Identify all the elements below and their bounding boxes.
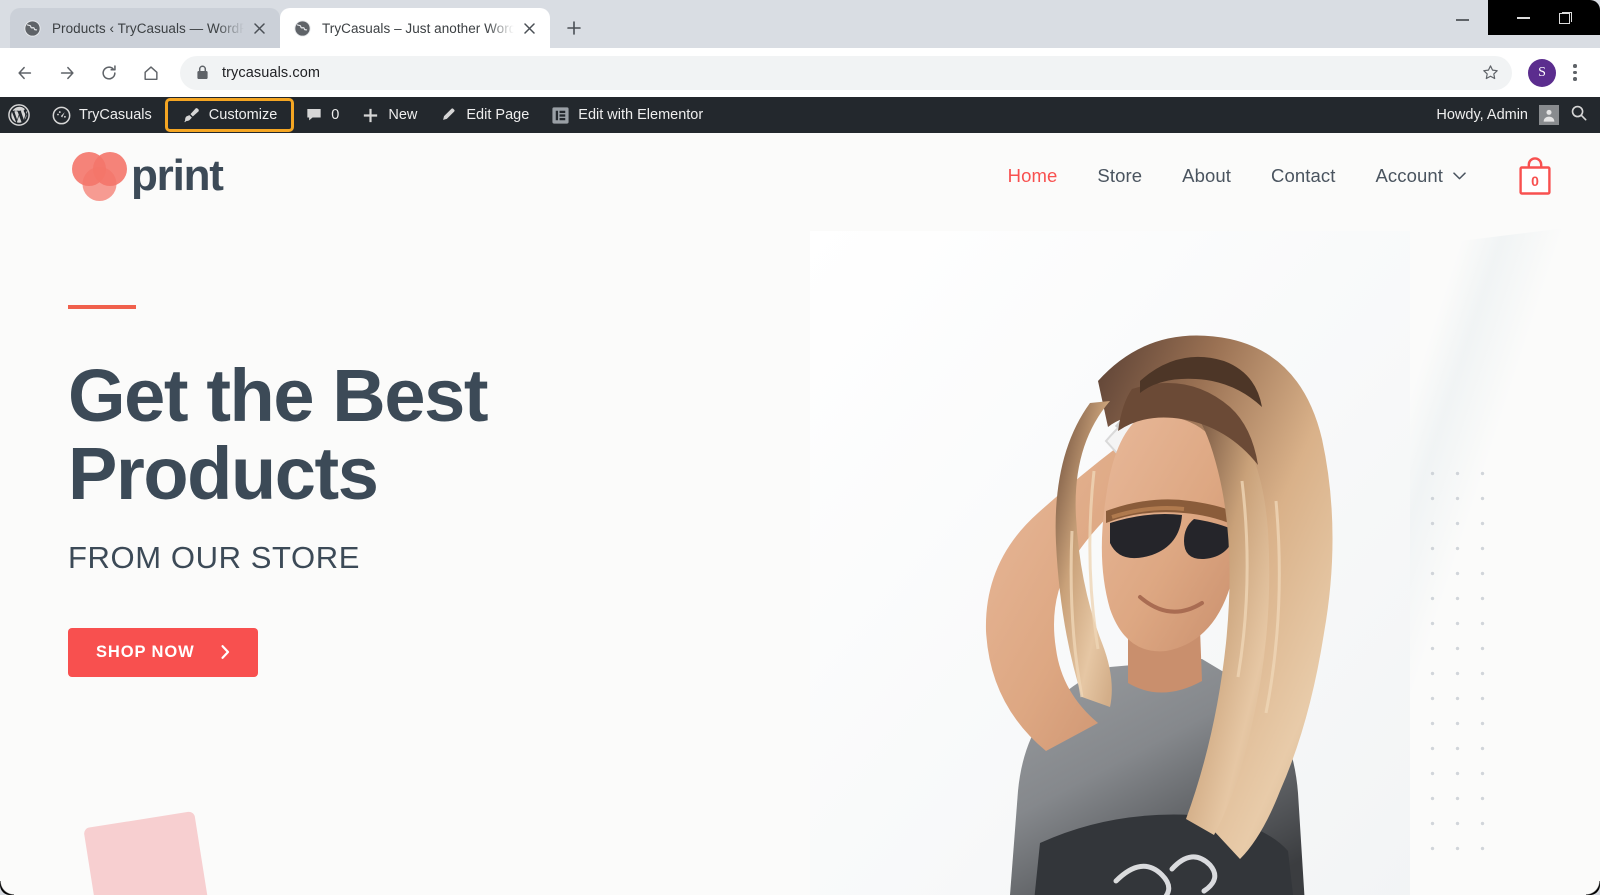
new-tab-button[interactable] <box>559 13 589 43</box>
address-bar-url: trycasuals.com <box>222 64 321 81</box>
forward-arrow-icon <box>60 66 74 79</box>
admin-bar-customize-button[interactable]: Customize <box>164 98 295 132</box>
nav-item-about[interactable]: About <box>1162 165 1251 187</box>
minimize-icon[interactable] <box>1516 16 1530 19</box>
admin-bar-comments-count: 0 <box>331 107 340 123</box>
admin-bar-edit-page-label: Edit Page <box>466 107 530 123</box>
plus-icon <box>364 108 378 122</box>
comment-bubble-icon <box>307 109 321 121</box>
kebab-menu-icon <box>1573 64 1577 68</box>
admin-bar-site-name[interactable]: TryCasuals <box>41 97 163 133</box>
site-logo-text: print <box>131 151 224 200</box>
admin-bar-elementor-label: Edit with Elementor <box>578 107 704 123</box>
reload-icon <box>102 64 116 80</box>
site-logo[interactable]: print <box>68 151 224 201</box>
search-icon <box>1571 105 1587 121</box>
admin-bar-customize-label: Customize <box>208 107 278 123</box>
site-navigation: Home Store About Contact Account 0 <box>988 155 1554 197</box>
dashboard-icon <box>52 106 71 124</box>
three-circles-icon <box>72 152 127 201</box>
restore-icon[interactable] <box>1559 11 1573 24</box>
admin-bar-new-label: New <box>388 107 418 123</box>
reload-button[interactable] <box>91 55 127 91</box>
admin-bar-right-group: Howdy, Admin <box>1436 97 1600 133</box>
admin-bar-comments-button[interactable]: 0 <box>294 97 350 133</box>
minimize-icon <box>1455 19 1469 21</box>
window-corner-right <box>1586 881 1600 895</box>
hero-model-photo <box>810 231 1410 895</box>
site-header: print Home Store About Contact Account 0 <box>0 133 1600 219</box>
window-controls-overlay <box>1488 0 1600 35</box>
screen-root: Products ‹ TryCasuals — WordPress TryCas… <box>0 0 1600 895</box>
nav-item-account[interactable]: Account <box>1355 165 1486 187</box>
globe-icon <box>24 19 41 37</box>
woman-with-sunglasses-photo <box>810 231 1410 895</box>
wordpress-logo-icon <box>8 104 30 126</box>
admin-bar-howdy-label[interactable]: Howdy, Admin <box>1436 107 1528 123</box>
nav-item-store[interactable]: Store <box>1077 165 1162 187</box>
nav-item-contact[interactable]: Contact <box>1251 165 1355 187</box>
cart-count-badge: 0 <box>1531 173 1539 189</box>
lock-icon <box>197 65 208 79</box>
browser-tab-2-title: TryCasuals – Just another WordPress site <box>322 20 514 36</box>
admin-bar-site-name-label: TryCasuals <box>79 107 152 123</box>
home-button[interactable] <box>133 55 169 91</box>
chevron-right-icon <box>221 645 229 660</box>
profile-avatar[interactable]: S <box>1528 58 1556 87</box>
window-minimize-button-light[interactable] <box>1436 0 1488 40</box>
elementor-icon <box>552 106 569 124</box>
hero-copy: Get the Best Products FROM OUR STORE SHO… <box>68 305 688 677</box>
wordpress-admin-bar: TryCasuals Customize 0 New Edit Page Edi… <box>0 97 1600 133</box>
chevron-down-icon <box>1453 172 1466 180</box>
website-viewport: print Home Store About Contact Account 0… <box>0 133 1600 895</box>
hero-title-line-2: Products <box>68 432 379 516</box>
back-arrow-icon <box>18 66 32 79</box>
wordpress-logo-button[interactable] <box>0 97 41 133</box>
globe-icon <box>294 19 311 37</box>
hero-accent-rule <box>68 305 136 309</box>
browser-menu-button[interactable] <box>1562 58 1588 88</box>
shop-now-label: SHOP NOW <box>96 642 195 661</box>
admin-bar-search-button[interactable] <box>1570 104 1588 126</box>
browser-tab-1-close-icon[interactable] <box>248 17 270 39</box>
shop-now-button[interactable]: SHOP NOW <box>68 627 258 677</box>
admin-bar-elementor-button[interactable]: Edit with Elementor <box>540 97 714 133</box>
hero-title-line-1: Get the Best <box>68 354 488 437</box>
admin-bar-new-button[interactable]: New <box>350 97 428 133</box>
pencil-icon <box>443 107 455 120</box>
nav-item-account-label: Account <box>1375 165 1443 186</box>
browser-toolbar: trycasuals.com S <box>0 48 1600 97</box>
hero-subtitle: FROM OUR STORE <box>68 539 361 575</box>
pink-card-decoration <box>83 810 213 895</box>
user-avatar-icon[interactable] <box>1539 105 1559 125</box>
cart-button[interactable]: 0 <box>1516 155 1554 197</box>
hero-title: Get the Best Products <box>68 354 688 516</box>
address-bar[interactable]: trycasuals.com <box>180 55 1512 90</box>
browser-tab-1[interactable]: Products ‹ TryCasuals — WordPress <box>10 8 280 48</box>
admin-bar-edit-page-button[interactable]: Edit Page <box>428 97 540 133</box>
back-button[interactable] <box>7 55 43 91</box>
browser-window: Products ‹ TryCasuals — WordPress TryCas… <box>0 0 1600 895</box>
browser-tab-1-title: Products ‹ TryCasuals — WordPress <box>52 20 244 36</box>
home-icon <box>144 65 158 80</box>
forward-button[interactable] <box>49 55 85 91</box>
browser-tab-strip: Products ‹ TryCasuals — WordPress TryCas… <box>0 0 1600 48</box>
window-corner-left <box>0 881 14 895</box>
nav-item-home[interactable]: Home <box>988 165 1078 187</box>
browser-tab-2-close-icon[interactable] <box>518 17 540 39</box>
browser-tab-2[interactable]: TryCasuals – Just another WordPress site <box>280 8 550 48</box>
paintbrush-icon <box>184 107 199 122</box>
hero-section: Get the Best Products FROM OUR STORE SHO… <box>0 219 1600 895</box>
bookmark-star-icon[interactable] <box>1476 59 1504 87</box>
